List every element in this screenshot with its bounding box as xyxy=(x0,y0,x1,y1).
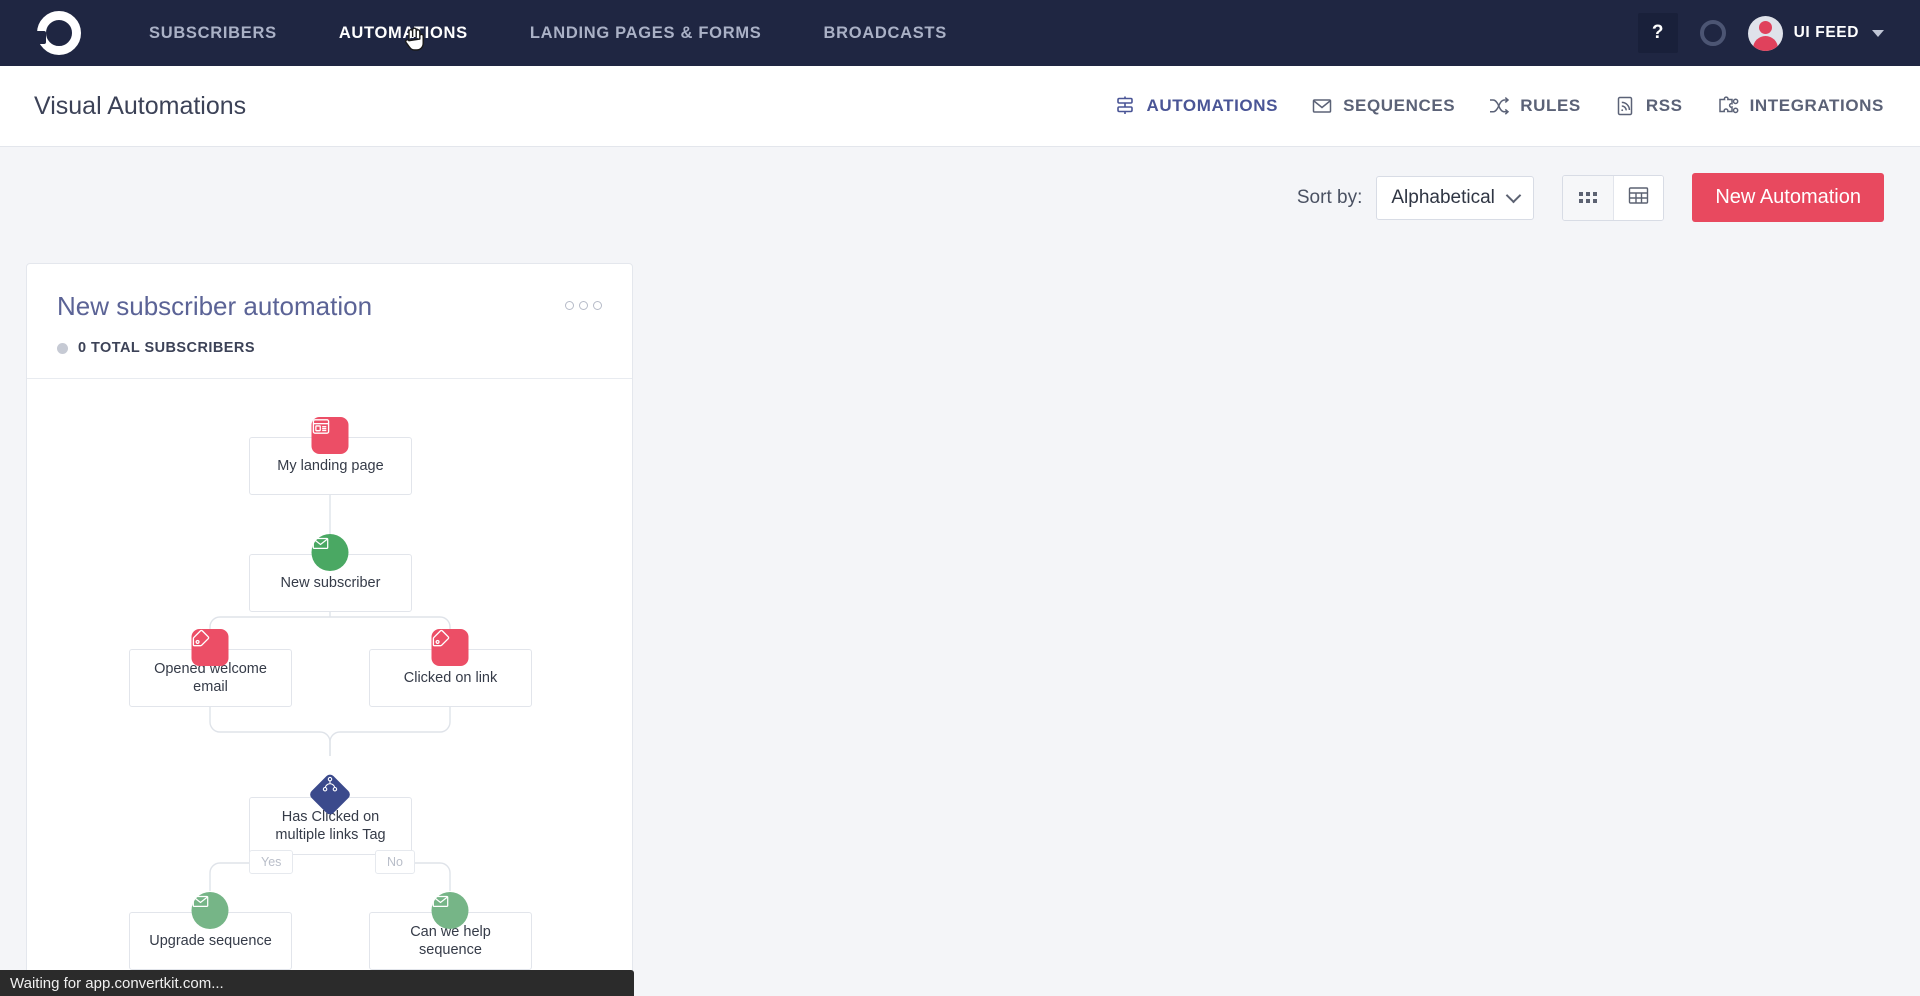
envelope-icon xyxy=(191,892,229,929)
subnav-item-sequences[interactable]: SEQUENCES xyxy=(1311,95,1455,117)
automation-card[interactable]: New subscriber automation 0 TOTAL SUBSCR… xyxy=(26,263,633,996)
flow-node-icon-wrap xyxy=(308,772,352,817)
table-view-icon xyxy=(1628,186,1649,210)
top-nav-right-cluster: ? UI FEED xyxy=(1637,13,1920,53)
page-title: Visual Automations xyxy=(34,91,247,120)
new-automation-button[interactable]: New Automation xyxy=(1692,173,1884,222)
puzzle-icon xyxy=(1716,95,1740,117)
condition-branch-icon xyxy=(308,772,352,817)
more-options-icon[interactable] xyxy=(565,291,602,310)
secondary-navigation-bar: Visual Automations AUTOMATIONS SEQUENCES… xyxy=(0,66,1920,147)
shuffle-icon xyxy=(1488,95,1510,117)
automation-card-subscribers: 0 TOTAL SUBSCRIBERS xyxy=(57,340,602,356)
subnav-label-automations: AUTOMATIONS xyxy=(1146,96,1279,115)
flow-node-icon-wrap xyxy=(311,534,349,571)
subnav-label-rss: RSS xyxy=(1645,96,1683,115)
convertkit-logo-icon xyxy=(35,11,81,55)
flow-node-icon-wrap xyxy=(191,892,229,929)
flow-node-icon-wrap xyxy=(191,629,229,666)
automation-flow-preview[interactable]: My landing page New subscriber Opened we… xyxy=(27,379,632,995)
flow-node-icon-wrap xyxy=(431,629,469,666)
table-view-button[interactable] xyxy=(1613,175,1664,220)
subnav-label-sequences: SEQUENCES xyxy=(1343,96,1456,115)
tag-icon xyxy=(431,629,469,666)
nav-item-automations[interactable]: AUTOMATIONS xyxy=(308,24,499,43)
flow-node-label: New subscriber xyxy=(280,574,381,591)
subnav-item-automations[interactable]: AUTOMATIONS xyxy=(1114,95,1278,117)
branch-label-no: No xyxy=(375,850,415,874)
view-mode-group xyxy=(1562,174,1665,221)
nav-item-subscribers[interactable]: SUBSCRIBERS xyxy=(118,24,308,43)
subnav-label-integrations: INTEGRATIONS xyxy=(1749,96,1884,115)
chevron-down-icon xyxy=(1872,29,1884,37)
envelope-icon xyxy=(311,534,349,571)
sort-by-select[interactable]: Alphabetical xyxy=(1376,175,1535,220)
secondary-nav-items: AUTOMATIONS SEQUENCES RULES RSS INTEGRAT… xyxy=(1114,95,1884,117)
tag-icon xyxy=(191,629,229,666)
automations-icon xyxy=(1114,95,1136,117)
status-badge xyxy=(57,342,68,354)
flow-node-icon-wrap xyxy=(311,417,349,454)
convertkit-logo-link[interactable] xyxy=(0,11,118,55)
rss-icon xyxy=(1614,95,1636,117)
sort-by-label: Sort by: xyxy=(1296,186,1363,208)
top-navigation-bar: SUBSCRIBERS AUTOMATIONS LANDING PAGES & … xyxy=(0,0,1920,66)
sort-by-value: Alphabetical xyxy=(1391,186,1495,208)
envelope-icon xyxy=(1311,95,1333,117)
subnav-item-rss[interactable]: RSS xyxy=(1614,95,1683,117)
help-button[interactable]: ? xyxy=(1637,13,1678,53)
list-toolbar: Sort by: Alphabetical New Automation xyxy=(0,147,1920,222)
notifications-ring-icon[interactable] xyxy=(1699,20,1726,46)
flow-node-label: Clicked on link xyxy=(403,669,498,686)
avatar xyxy=(1747,15,1783,51)
envelope-icon xyxy=(431,892,469,929)
flow-node-label: Upgrade sequence xyxy=(149,932,272,949)
subnav-item-rules[interactable]: RULES xyxy=(1488,95,1581,117)
account-menu[interactable]: UI FEED xyxy=(1747,15,1884,51)
subnav-item-integrations[interactable]: INTEGRATIONS xyxy=(1716,95,1884,117)
flow-node-icon-wrap xyxy=(431,892,469,929)
automation-card-title[interactable]: New subscriber automation xyxy=(57,291,372,322)
account-name: UI FEED xyxy=(1793,24,1859,41)
automation-card-header: New subscriber automation 0 TOTAL SUBSCR… xyxy=(27,264,632,379)
subnav-label-rules: RULES xyxy=(1520,96,1581,115)
grid-view-button[interactable] xyxy=(1563,175,1614,220)
flow-node-label: My landing page xyxy=(277,457,384,474)
branch-label-yes: Yes xyxy=(249,850,294,874)
chevron-down-icon xyxy=(1506,187,1522,203)
nav-item-broadcasts[interactable]: BROADCASTS xyxy=(792,24,977,43)
browser-status-bar: Waiting for app.convertkit.com... xyxy=(0,970,634,996)
grid-view-icon xyxy=(1579,192,1598,203)
nav-item-landing-pages-forms[interactable]: LANDING PAGES & FORMS xyxy=(499,24,793,43)
landing-page-icon xyxy=(311,417,349,454)
total-subscribers-text: 0 TOTAL SUBSCRIBERS xyxy=(78,340,255,356)
top-nav-links: SUBSCRIBERS AUTOMATIONS LANDING PAGES & … xyxy=(118,24,978,43)
